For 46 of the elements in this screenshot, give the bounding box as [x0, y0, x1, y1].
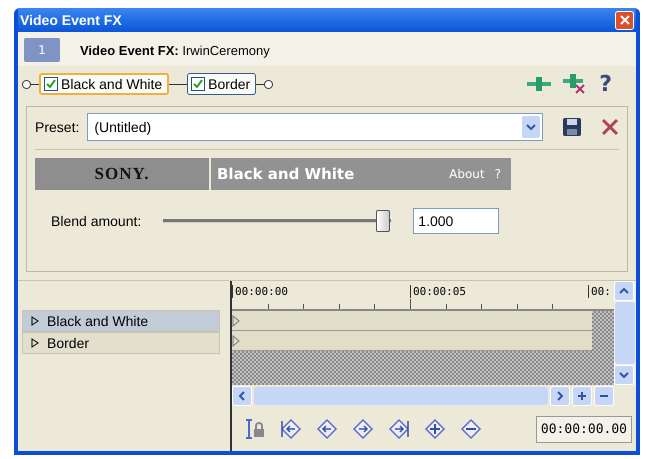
zoom-out-button[interactable] [594, 386, 614, 406]
last-keyframe-icon[interactable] [388, 418, 410, 440]
scroll-left-button[interactable] [232, 386, 252, 406]
window-title: Video Event FX [20, 12, 122, 28]
first-keyframe-icon[interactable] [280, 418, 302, 440]
ruler-label: 00: [588, 285, 611, 298]
previous-keyframe-icon[interactable] [316, 418, 338, 440]
plugin-chain-button[interactable]: Black and White [39, 73, 170, 95]
expand-icon[interactable] [31, 338, 39, 348]
expand-icon[interactable] [31, 316, 39, 326]
blend-amount-label: Blend amount: [51, 213, 142, 229]
help-button[interactable]: ? [599, 72, 612, 96]
close-icon[interactable] [620, 15, 630, 25]
time-display: 00:00:00.00 [536, 416, 632, 442]
plug-in-chain-icon[interactable] [527, 77, 552, 91]
keyframe-row[interactable]: Border [22, 332, 220, 354]
keyframe-row[interactable]: Black and White [22, 310, 220, 332]
brand-logo: SONY. [35, 158, 209, 190]
plugin-name: Black and White [217, 165, 354, 183]
delete-icon[interactable] [601, 118, 619, 136]
blend-value-field[interactable]: 1.000 [413, 208, 500, 234]
preset-dropdown[interactable]: (Untitled) [87, 113, 543, 141]
checkbox[interactable] [44, 77, 58, 91]
slider-thumb[interactable] [376, 210, 390, 232]
scroll-right-button[interactable] [550, 386, 570, 406]
preset-label: Preset: [35, 119, 80, 135]
add-keyframe-icon[interactable] [424, 418, 446, 440]
plugin-chain-button[interactable]: Border [187, 73, 256, 95]
delete-keyframe-icon[interactable] [460, 418, 482, 440]
close-button[interactable] [615, 10, 634, 30]
scroll-up-button[interactable] [614, 281, 634, 301]
ruler-label: 00:00:05 [410, 285, 466, 298]
remove-plug-in-icon[interactable] [563, 74, 588, 94]
next-keyframe-icon[interactable] [352, 418, 374, 440]
scroll-down-button[interactable] [614, 365, 634, 385]
checkbox[interactable] [191, 77, 206, 91]
keyframe-icon[interactable] [232, 334, 240, 346]
scrollbar-thumb[interactable] [615, 302, 635, 364]
ruler-label: 00:00:00 [232, 285, 288, 298]
scrollbar-thumb[interactable] [254, 387, 548, 405]
zoom-in-button[interactable] [572, 386, 592, 406]
keyframe-icon[interactable] [232, 314, 240, 326]
event-fx-title: Video Event FX: IrwinCeremony [80, 42, 270, 58]
lock-cursor-icon[interactable] [244, 418, 266, 440]
save-icon[interactable] [563, 118, 581, 136]
caret-icon[interactable] [526, 124, 536, 130]
